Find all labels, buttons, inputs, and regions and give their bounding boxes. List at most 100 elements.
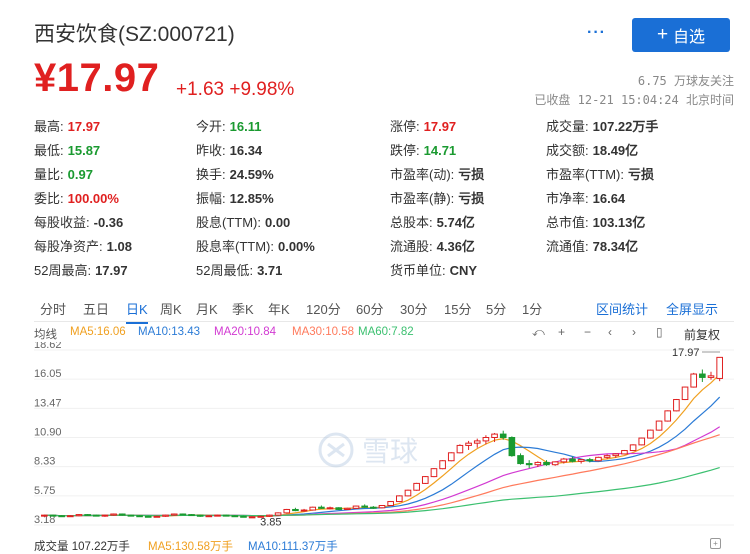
tab-period[interactable]: 日K	[126, 299, 148, 324]
add-to-watchlist-button[interactable]: + 自选	[632, 18, 730, 52]
candle-body	[352, 505, 360, 509]
tab-period[interactable]: 1分	[522, 299, 542, 318]
quote-value: 5.74亿	[436, 215, 475, 230]
tab-period[interactable]: 五日	[83, 299, 109, 318]
candle	[118, 513, 126, 516]
candle-body	[378, 505, 386, 509]
candle	[170, 513, 178, 516]
y-tick-label: 10.90	[34, 427, 62, 439]
candle-body	[707, 375, 715, 378]
high-annotation: 17.97	[672, 347, 700, 359]
tab-period[interactable]: 5分	[486, 299, 506, 318]
candle-body	[49, 514, 57, 517]
quote-value: 16.64	[592, 191, 626, 206]
quote-value: CNY	[449, 263, 478, 278]
quote-value: 17.97	[423, 119, 457, 134]
zoom-out-icon[interactable]: −	[584, 325, 591, 339]
candle	[214, 514, 221, 517]
candle-body	[577, 459, 585, 462]
quote-item: 股息率(TTM): 0.00%	[196, 236, 315, 255]
quote-item: 总股本: 5.74亿	[390, 212, 475, 231]
candle-body	[655, 420, 663, 431]
y-tick-label: 5.75	[34, 485, 55, 497]
quote-item: 成交量: 107.22万手	[546, 116, 658, 135]
quote-label: 市净率:	[546, 191, 589, 206]
candle	[378, 504, 386, 509]
quote-value: 3.71	[257, 263, 283, 278]
tab-period[interactable]: 120分	[306, 299, 341, 318]
candle-body	[318, 506, 325, 509]
quote-item: 52周最高: 17.97	[34, 260, 128, 279]
candle-body	[586, 459, 594, 462]
candle-body	[508, 437, 516, 457]
candle	[84, 514, 91, 517]
quote-label: 市盈率(静):	[390, 191, 455, 206]
adjustment-mode[interactable]: 前复权	[684, 326, 720, 343]
candle	[326, 506, 334, 510]
market-status: 已收盘 12-21 15:04:24 北京时间	[534, 93, 734, 107]
undo-icon[interactable]: ⤺	[532, 325, 545, 340]
candle-body	[248, 516, 256, 519]
candle-body	[621, 450, 628, 455]
quote-label: 总股本:	[390, 215, 433, 230]
tab-period[interactable]: 周K	[160, 299, 182, 318]
candle-body	[361, 505, 368, 508]
stock-name: 西安饮食(SZ:000721)	[34, 23, 235, 46]
quote-value: 0.97	[67, 167, 93, 182]
candle	[699, 369, 706, 382]
scroll-left-icon[interactable]: ‹	[608, 325, 612, 339]
price-change: +1.63 +9.98%	[176, 79, 295, 100]
candle-body	[482, 437, 490, 442]
quote-label: 股息率(TTM):	[196, 239, 274, 254]
candle-body	[144, 515, 152, 518]
quote-label: 成交量:	[546, 119, 589, 134]
tab-period[interactable]: 季K	[232, 299, 254, 318]
quote-value: 0.00	[264, 215, 291, 230]
fullscreen-link[interactable]: 全屏显示	[666, 299, 718, 318]
quote-item: 市盈率(动): 亏损	[390, 164, 484, 183]
svg-text:雪球: 雪球	[362, 435, 418, 468]
candle-body	[283, 508, 291, 514]
candle	[664, 410, 672, 422]
tab-period[interactable]: 分时	[40, 299, 66, 318]
quote-value: 14.71	[423, 143, 457, 158]
candle-body	[491, 433, 498, 438]
candle	[58, 515, 65, 518]
quote-label: 换手:	[196, 167, 226, 182]
lock-icon[interactable]: ▯	[656, 325, 663, 339]
candle-body	[638, 437, 646, 446]
quote-value: 24.59%	[229, 167, 274, 182]
candle-body	[110, 513, 117, 516]
tab-period[interactable]: 30分	[400, 299, 427, 318]
low-annotation: 3.85	[260, 516, 281, 528]
candle-body	[66, 515, 74, 518]
y-tick-label: 8.33	[34, 456, 55, 468]
tab-period[interactable]: 月K	[196, 299, 218, 318]
ma-item: MA5:16.06	[70, 326, 126, 338]
more-options-icon[interactable]: ···	[587, 24, 606, 42]
candle-body	[473, 440, 481, 444]
quote-item: 成交额: 18.49亿	[546, 140, 638, 159]
candle-body	[344, 507, 351, 510]
candle	[66, 515, 74, 518]
scroll-right-icon[interactable]: ›	[632, 325, 636, 339]
zoom-in-icon[interactable]: +	[558, 325, 565, 339]
tab-period[interactable]: 60分	[356, 299, 383, 318]
range-stats-link[interactable]: 区间统计	[596, 299, 648, 318]
candle	[681, 386, 689, 401]
candle	[655, 420, 663, 431]
quote-label: 流通股:	[390, 239, 433, 254]
candle-body	[196, 514, 204, 517]
tab-period[interactable]: 年K	[268, 299, 290, 318]
quote-item: 货币单位: CNY	[390, 260, 477, 279]
candle-body	[118, 513, 126, 516]
quote-value: 17.97	[67, 119, 101, 134]
quote-label: 52周最低:	[196, 263, 254, 278]
plus-icon: +	[656, 24, 669, 45]
quote-item: 股息(TTM): 0.00	[196, 212, 290, 231]
quote-value: 16.11	[229, 119, 262, 134]
candle	[344, 507, 351, 511]
tab-period[interactable]: 15分	[444, 299, 471, 318]
expand-icon[interactable]: +	[710, 538, 721, 549]
quote-item: 昨收: 16.34	[196, 140, 262, 159]
